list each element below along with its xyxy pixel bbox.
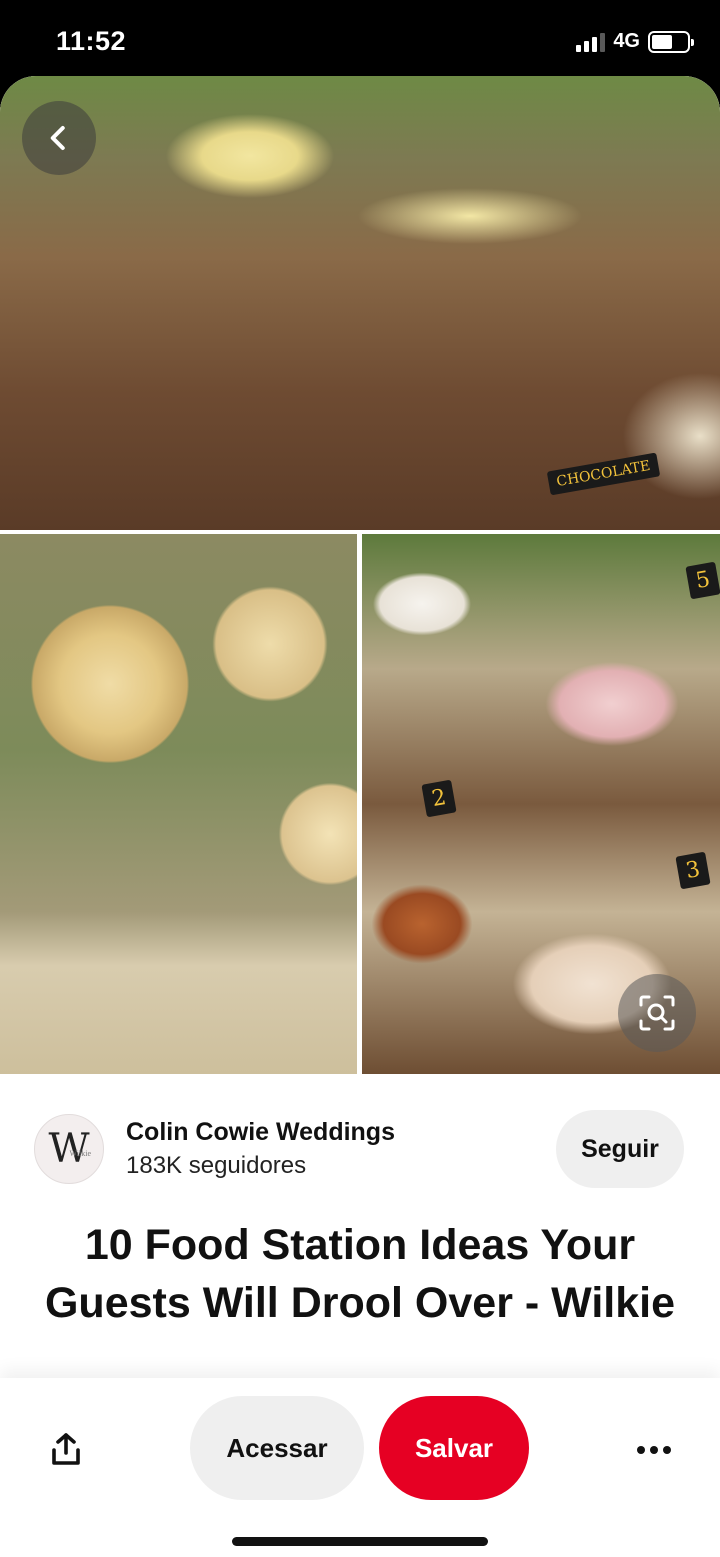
back-button[interactable] [22, 101, 96, 175]
photo-label: 3 [675, 851, 711, 890]
pin-image-collage[interactable]: CHOCOLATE 5 2 3 [0, 76, 720, 1076]
more-options-button[interactable] [626, 1422, 682, 1478]
status-time: 11:52 [56, 26, 127, 56]
popcorn-balls-photo [0, 534, 357, 1074]
status-bar: 11:52 4G [0, 0, 720, 82]
status-icons: 4G [576, 30, 694, 53]
photo-label: 2 [421, 779, 457, 818]
photo-label: CHOCOLATE [546, 452, 661, 496]
photo-label: 5 [685, 561, 720, 600]
visual-search-button[interactable] [618, 974, 696, 1052]
pin-title: 10 Food Station Ideas Your Guests Will D… [44, 1221, 676, 1327]
pin-detail-sheet: CHOCOLATE 5 2 3 W Wilkie Colin Cowie Wed… [0, 76, 720, 1557]
creator-name[interactable]: Colin Cowie Weddings [126, 1118, 395, 1147]
share-icon [52, 1433, 80, 1465]
action-bar: Acessar Salvar [0, 1378, 720, 1557]
chevron-left-icon [50, 126, 65, 150]
battery-icon [648, 30, 694, 53]
home-indicator[interactable] [232, 1537, 488, 1546]
visual-search-icon [639, 995, 675, 1031]
creator-avatar[interactable]: W Wilkie [34, 1114, 104, 1184]
save-button[interactable]: Salvar [379, 1396, 529, 1500]
signal-bars-icon [576, 32, 606, 52]
avatar-sub: Wilkie [69, 1149, 91, 1158]
visit-button[interactable]: Acessar [190, 1396, 364, 1500]
more-dots-icon [637, 1446, 645, 1454]
creator-followers: 183K seguidores [126, 1152, 307, 1179]
battery-fill [652, 34, 673, 49]
popcorn-bar-photo: CHOCOLATE [0, 76, 720, 530]
share-button[interactable] [38, 1422, 94, 1478]
network-type: 4G [613, 30, 640, 52]
follow-button[interactable]: Seguir [556, 1110, 684, 1188]
creator-row: W Wilkie Colin Cowie Weddings 183K segui… [0, 1106, 720, 1196]
